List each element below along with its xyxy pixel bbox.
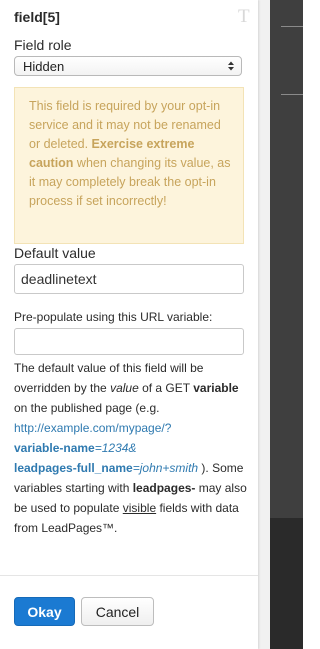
field-role-select[interactable]: Hidden [14, 56, 242, 76]
help-text-part: of a GET [138, 381, 194, 395]
example-url-link: http://example.com/mypage/? [14, 421, 172, 435]
help-value-emphasis: value [110, 381, 139, 395]
example-param-name: variable-name [14, 441, 95, 455]
help-variable-emphasis: variable [193, 381, 239, 395]
background-guide-line [281, 94, 303, 95]
panel-title: field[5] [14, 9, 60, 25]
example-param-name: leadpages-full_name [14, 461, 133, 475]
default-value-label: Default value [14, 245, 96, 261]
field-settings-panel: field[5] T Field role Hidden This field … [0, 0, 258, 649]
url-variable-label: Pre-populate using this URL variable: [14, 310, 213, 324]
warning-callout: This field is required by your opt-in se… [14, 87, 244, 244]
footer-divider [0, 575, 258, 576]
okay-button[interactable]: Okay [14, 597, 75, 626]
example-param-value: =1234& [94, 441, 137, 455]
text-type-icon: T [238, 6, 250, 27]
select-updown-icon [228, 61, 234, 71]
help-leadpages-emphasis: leadpages- [132, 481, 196, 495]
default-value-input[interactable] [14, 264, 244, 294]
cancel-button[interactable]: Cancel [81, 597, 154, 626]
url-variable-input[interactable] [14, 328, 244, 355]
example-param-value: =john+smith [132, 461, 199, 475]
field-role-selected-value: Hidden [23, 59, 65, 74]
help-text: The default value of this field will be … [14, 358, 250, 538]
help-visible-emphasis: visible [122, 501, 157, 515]
help-text-part: on the published page (e.g. [14, 401, 160, 415]
panel-edge-strip [258, 0, 270, 649]
background-guide-line [281, 26, 303, 27]
field-role-label: Field role [14, 37, 72, 53]
